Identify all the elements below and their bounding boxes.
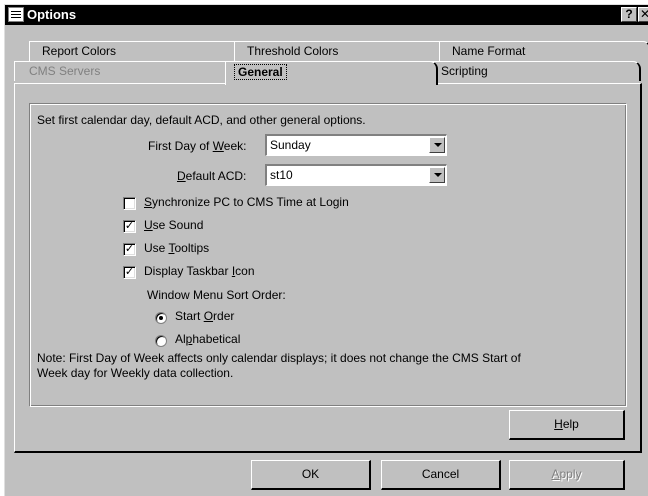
use-tooltips-label[interactable]: Use Tooltips: [144, 241, 209, 255]
tab-label: Report Colors: [42, 44, 117, 58]
start-order-label[interactable]: Start Order: [175, 309, 234, 323]
apply-button[interactable]: Apply: [509, 460, 625, 490]
close-icon: ✕: [639, 7, 648, 21]
first-day-select[interactable]: Sunday: [265, 134, 447, 156]
use-sound-label[interactable]: Use Sound: [144, 218, 203, 232]
alphabetical-radio[interactable]: [155, 335, 167, 347]
taskbar-icon-label[interactable]: Display Taskbar Icon: [144, 264, 255, 278]
tab-name-format[interactable]: Name Format: [439, 41, 648, 61]
tab-scripting[interactable]: Scripting: [430, 61, 641, 81]
first-day-label: First Day of Week:: [148, 139, 247, 153]
cancel-label: Cancel: [421, 467, 460, 481]
chevron-down-icon[interactable]: [429, 137, 445, 153]
sync-time-checkbox[interactable]: [123, 197, 136, 210]
use-tooltips-checkbox[interactable]: ✓: [123, 243, 136, 256]
title-bar: Options ? ✕: [5, 5, 648, 25]
ok-label: OK: [301, 467, 320, 481]
tab-label: Scripting: [441, 64, 488, 78]
use-sound-checkbox[interactable]: ✓: [123, 220, 136, 233]
first-day-value: Sunday: [270, 138, 311, 152]
description-text: Set first calendar day, default ACD, and…: [37, 113, 366, 127]
default-acd-label: Default ACD:: [177, 169, 247, 183]
tab-threshold-colors[interactable]: Threshold Colors: [234, 41, 447, 61]
window-title: Options: [27, 7, 77, 22]
help-accel: H: [554, 417, 563, 431]
taskbar-icon-checkbox[interactable]: ✓: [123, 266, 136, 279]
note-line-1: Note: First Day of Week affects only cal…: [37, 351, 521, 365]
apply-accel: A: [551, 467, 560, 481]
alphabetical-label[interactable]: Alphabetical: [175, 332, 240, 346]
tab-label: General: [234, 64, 287, 80]
default-acd-select[interactable]: st10: [265, 164, 447, 186]
tab-label: CMS Servers: [29, 64, 101, 78]
question-icon: ?: [625, 7, 633, 21]
start-order-radio[interactable]: [155, 312, 167, 324]
help-label: elp: [562, 417, 579, 431]
close-button[interactable]: ✕: [638, 7, 648, 22]
tab-general[interactable]: General: [225, 61, 438, 85]
tab-label: Threshold Colors: [247, 44, 339, 58]
chevron-down-icon[interactable]: [429, 167, 445, 183]
tab-cms-servers[interactable]: CMS Servers: [14, 61, 233, 81]
ok-button[interactable]: OK: [251, 460, 371, 490]
tab-label: Name Format: [452, 44, 526, 58]
options-dialog: Options ? ✕ Report Colors Threshold Colo…: [4, 4, 648, 496]
tab-report-colors[interactable]: Report Colors: [29, 41, 242, 61]
default-acd-value: st10: [270, 168, 293, 182]
apply-label: pply: [559, 467, 582, 481]
sort-order-label: Window Menu Sort Order:: [147, 288, 286, 302]
help-title-button[interactable]: ?: [621, 7, 637, 22]
cancel-button[interactable]: Cancel: [381, 460, 501, 490]
help-button[interactable]: Help: [509, 410, 625, 440]
sync-time-label[interactable]: Synchronize PC to CMS Time at Login: [144, 195, 349, 209]
note-line-2: Week day for Weekly data collection.: [37, 366, 234, 380]
options-window-icon: [8, 7, 24, 22]
